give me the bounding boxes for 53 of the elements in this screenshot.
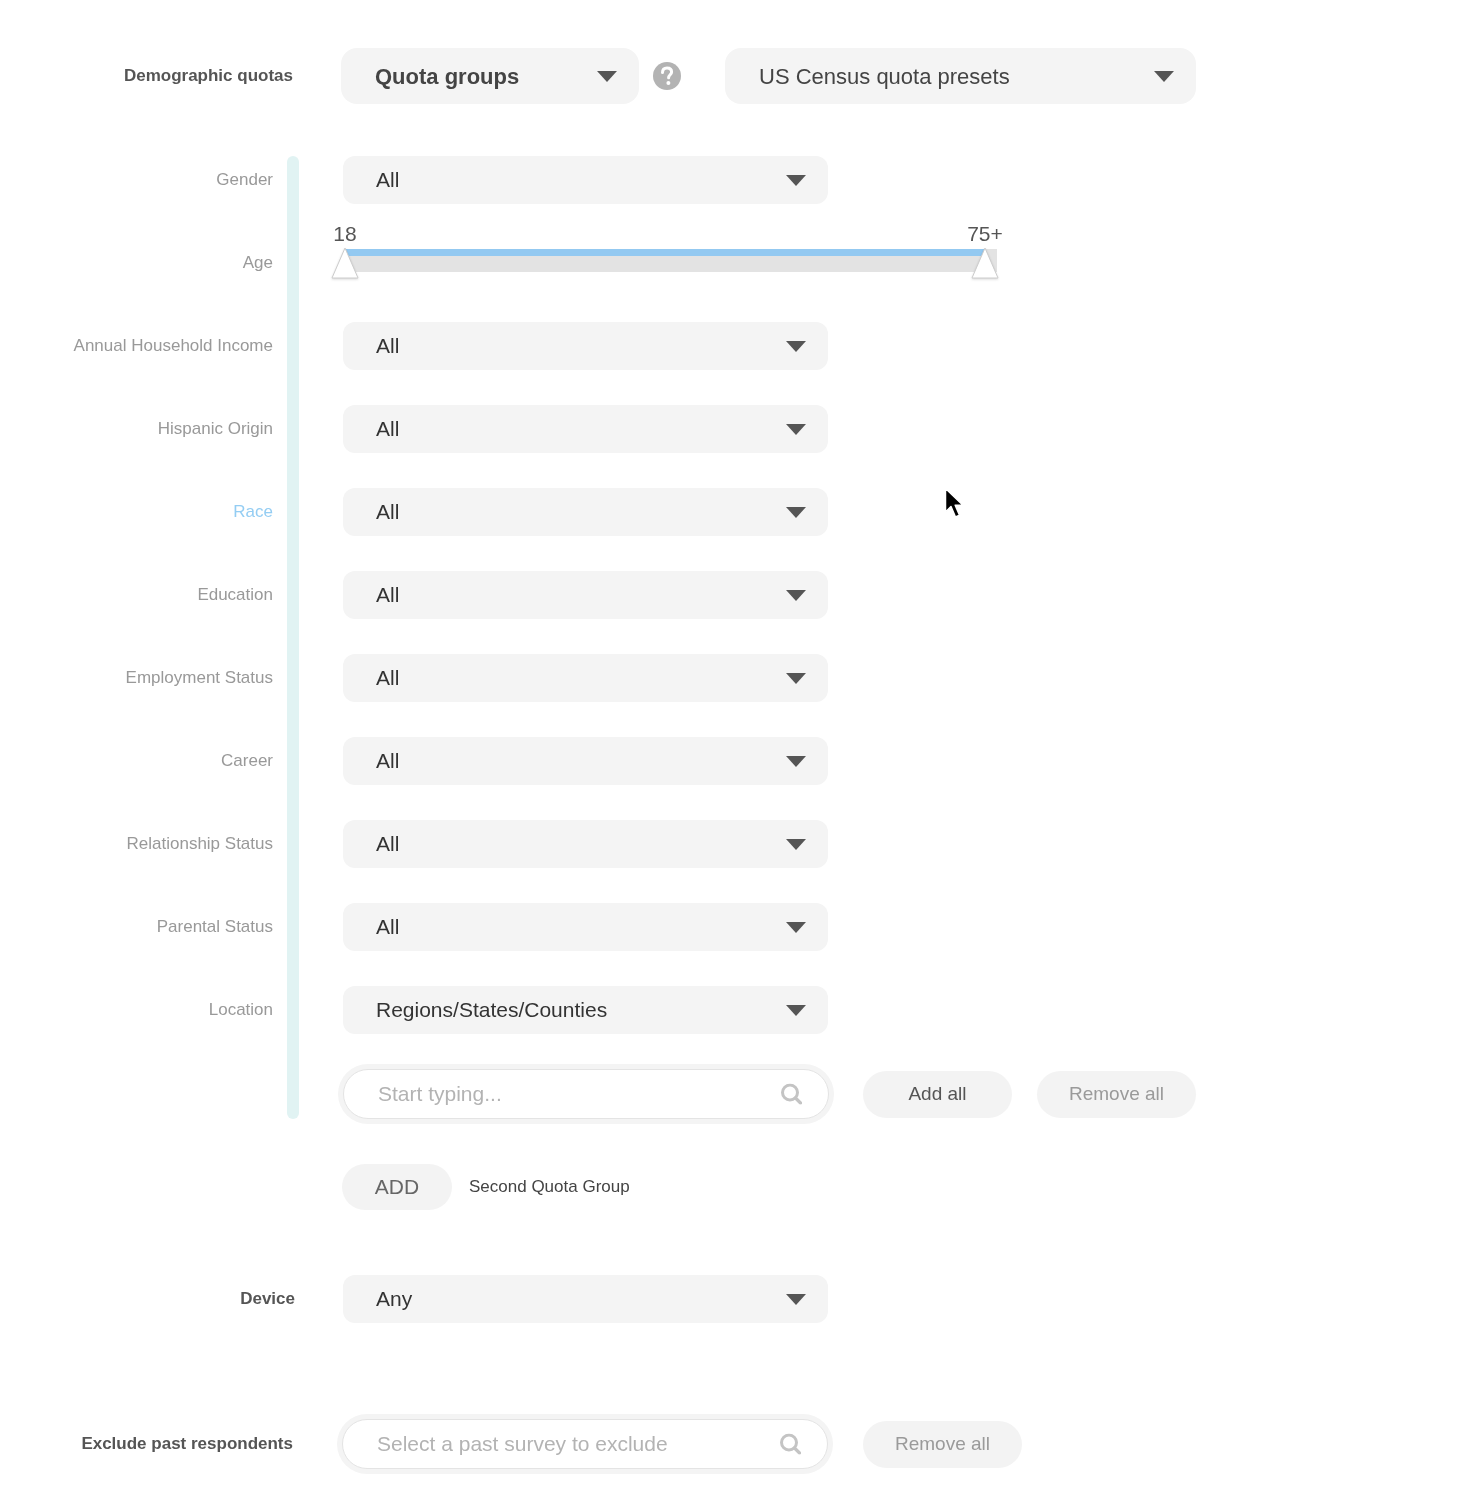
slider-thumb[interactable] (971, 247, 999, 279)
caret-icon (786, 838, 806, 850)
dropdown[interactable]: All (343, 654, 828, 702)
field-label: Career (221, 751, 273, 771)
dropdown[interactable]: US Census quota presets (725, 48, 1196, 104)
dropdown[interactable]: All (343, 903, 828, 951)
caret-icon (786, 1293, 806, 1305)
slider-value: 18 (333, 222, 357, 246)
section-label: Exclude past respondents (81, 1434, 293, 1454)
search-field[interactable]: Select a past survey to exclude (342, 1419, 828, 1469)
caret-icon (786, 755, 806, 767)
field-label: Employment Status (125, 668, 273, 688)
help-icon[interactable] (653, 62, 681, 90)
caret-icon (597, 70, 617, 82)
add-group-label: Second Quota Group (469, 1176, 630, 1199)
caret-icon (786, 672, 806, 684)
search-field[interactable]: Start typing... (343, 1069, 829, 1119)
section-label: Demographic quotas (123, 66, 293, 86)
dropdown[interactable]: All (343, 405, 828, 453)
search-icon (780, 1433, 801, 1455)
dropdown[interactable]: All (343, 156, 828, 204)
caret-icon (786, 506, 806, 518)
slider-value: 75+ (967, 222, 1003, 246)
field-label: Race (233, 502, 273, 522)
dropdown[interactable]: Regions/States/Counties (343, 986, 828, 1034)
section-label: Device (240, 1289, 295, 1309)
caret-icon (786, 589, 806, 601)
add-button[interactable]: ADD (342, 1164, 452, 1210)
caret-icon (786, 423, 806, 435)
field-label: Hispanic Origin (157, 419, 273, 439)
field-label: Parental Status (156, 917, 273, 937)
dropdown[interactable]: All (343, 322, 828, 370)
dropdown[interactable]: Any (343, 1275, 828, 1323)
field-label: Location (208, 1000, 273, 1020)
dropdown[interactable]: Quota groups (341, 48, 639, 104)
field-label: Annual Household Income (73, 336, 273, 356)
caret-icon (786, 174, 806, 186)
dropdown[interactable]: All (343, 488, 828, 536)
field-label: Gender (216, 170, 273, 190)
pill-button[interactable]: Add all (863, 1070, 1012, 1118)
caret-icon (1154, 70, 1174, 82)
dropdown[interactable]: All (343, 820, 828, 868)
slider-track[interactable] (345, 249, 997, 272)
field-label: Education (197, 585, 273, 605)
dropdown[interactable]: All (343, 737, 828, 785)
dropdown[interactable]: All (343, 571, 828, 619)
caret-icon (786, 921, 806, 933)
field-label: Relationship Status (126, 834, 273, 854)
slider-thumb[interactable] (331, 247, 359, 279)
search-icon (781, 1083, 802, 1105)
caret-icon (786, 1004, 806, 1016)
caret-icon (786, 340, 806, 352)
field-label: Age (242, 253, 273, 273)
